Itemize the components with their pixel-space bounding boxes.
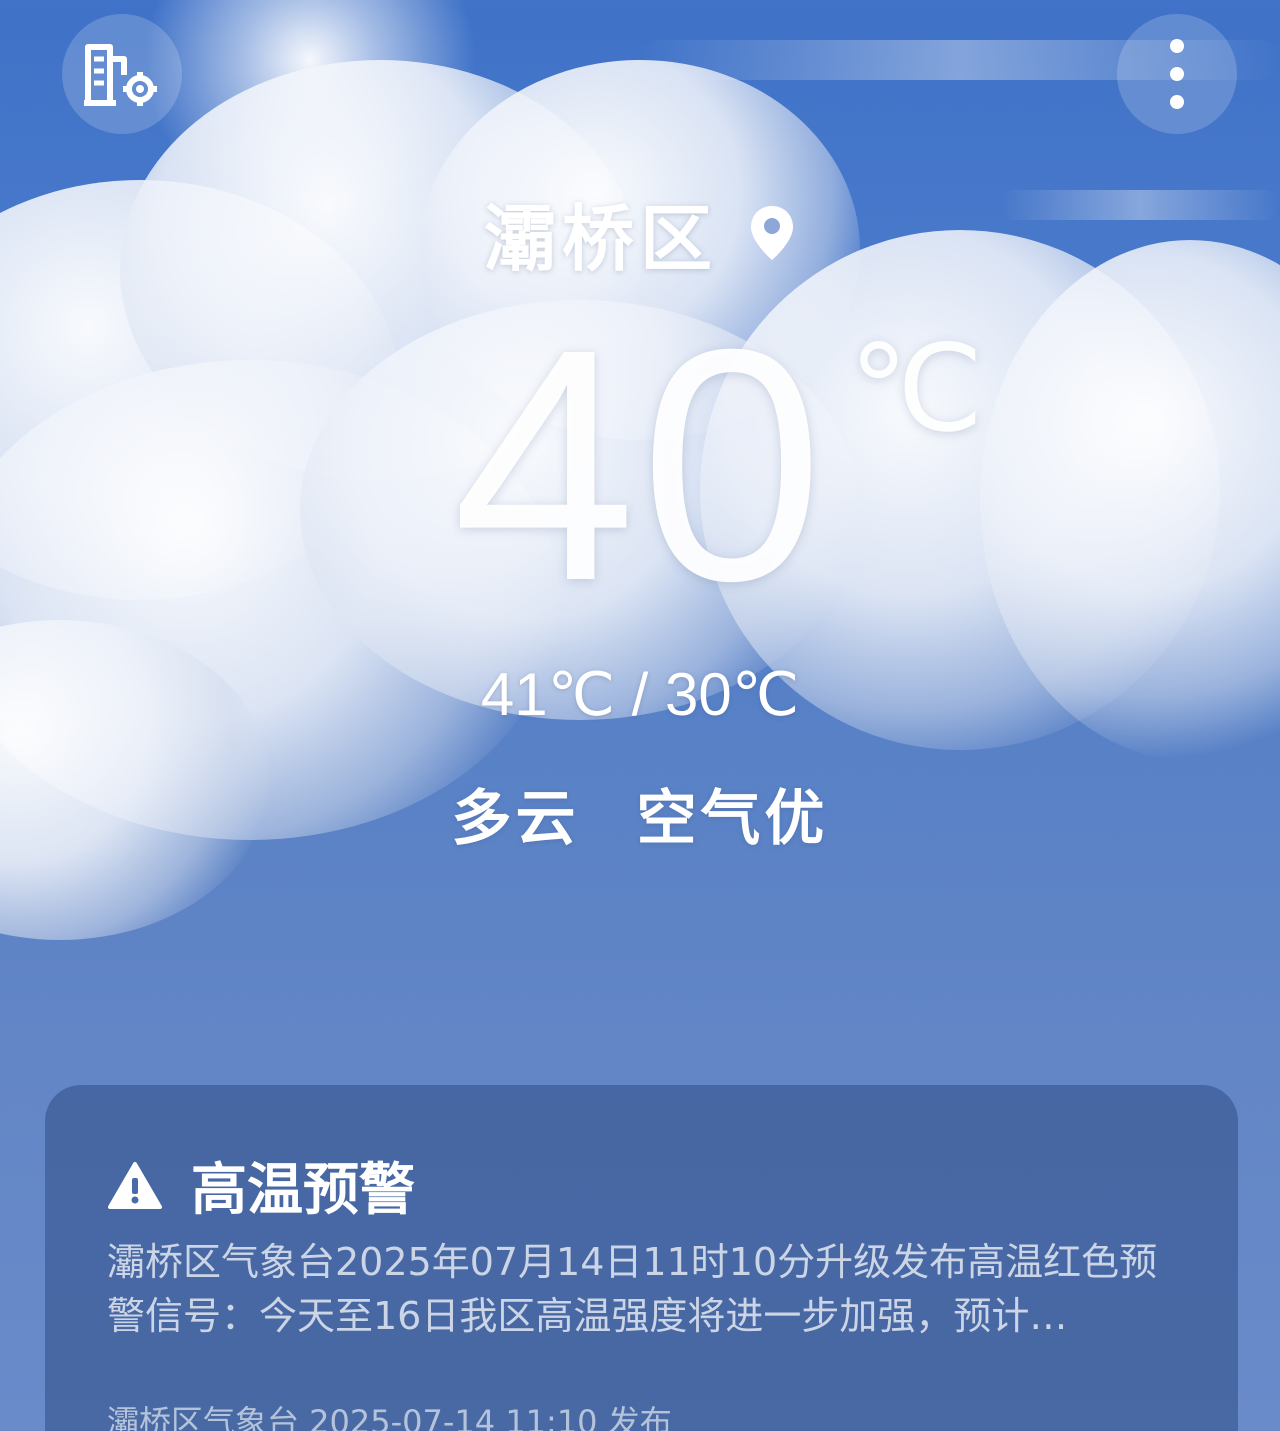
current-temperature-block: 40 ℃ [0,300,1280,630]
location-header[interactable]: 灞桥区 [0,180,1280,285]
alert-body: 灞桥区气象台2025年07月14日11时10分升级发布高温红色预警信号：今天至1… [107,1240,1158,1338]
temperature-unit: ℃ [848,320,988,459]
city-manage-button[interactable] [62,14,182,134]
current-temperature: 40 ℃ [452,300,983,630]
alert-title-row: 高温预警 [107,1145,415,1226]
city-settings-icon [84,44,157,106]
more-vertical-icon [1170,39,1184,109]
location-pin-icon [751,205,793,260]
warning-triangle-icon [108,1161,162,1209]
air-quality[interactable]: 空气优 [636,784,828,854]
city-name: 灞桥区 [483,197,718,281]
more-menu-button[interactable] [1117,14,1237,134]
alert-source: 灞桥区气象台 2025-07-14 11:10 发布 [107,1403,672,1431]
weather-condition: 多云 [451,784,580,854]
alert-title: 高温预警 [191,1158,415,1223]
temperature-value: 40 [452,280,828,649]
condition-row: 多云 空气优 [0,770,1280,857]
high-low-temperature: 41℃ / 30℃ [480,661,800,728]
weather-alert-card[interactable]: 高温预警 灞桥区气象台2025年07月14日11时10分升级发布高温红色预警信号… [45,1085,1238,1431]
